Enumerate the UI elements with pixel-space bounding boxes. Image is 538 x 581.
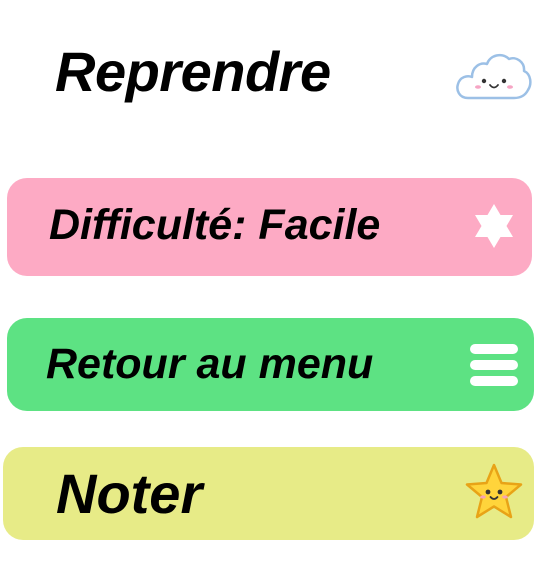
difficulty-button[interactable]: Difficulté: Facile: [7, 178, 532, 276]
rate-button[interactable]: Noter: [3, 447, 534, 540]
page-title: Reprendre: [55, 40, 331, 103]
hamburger-menu-icon: [470, 344, 518, 386]
smiling-cloud-icon: [456, 53, 532, 100]
six-point-star-icon: [475, 204, 513, 248]
smiling-star-icon: [465, 463, 523, 519]
back-to-menu-button-label: Retour au menu: [46, 340, 374, 388]
difficulty-button-label: Difficulté: Facile: [49, 201, 381, 249]
rate-button-label: Noter: [56, 462, 203, 525]
back-to-menu-button[interactable]: Retour au menu: [7, 318, 534, 411]
